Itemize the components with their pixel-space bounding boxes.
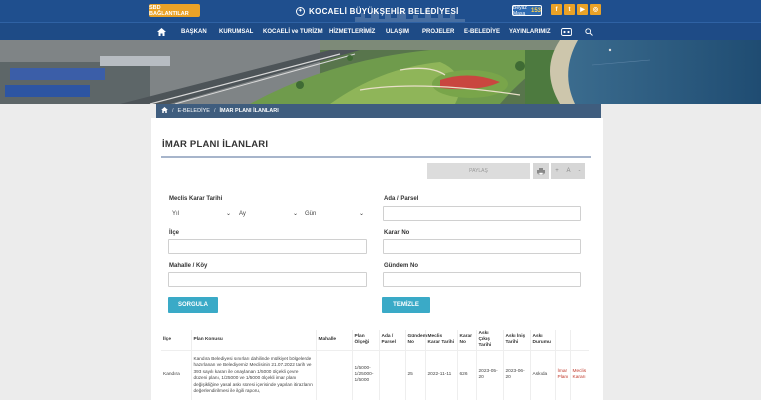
search-button[interactable]: SORGULA xyxy=(168,297,218,313)
ilce-label: İlçe xyxy=(169,230,180,236)
breadcrumb-e-belediye[interactable]: E-BELEDİYE xyxy=(178,108,210,114)
facebook-icon[interactable]: f xyxy=(551,4,562,15)
col-header-aski-inis: Askı İniş Tarihi xyxy=(502,330,530,350)
breadcrumb-separator: / xyxy=(213,108,216,114)
brand[interactable]: ✦ KOCAELİ BÜYÜKŞEHİR BELEDİYESİ xyxy=(296,5,459,17)
nav-item-hizmetlerimiz[interactable]: HİZMETLERİMİZ xyxy=(329,23,375,40)
col-header-aski-durumu: Askı Durumu xyxy=(529,330,555,350)
cell-ada-parsel xyxy=(378,349,405,400)
col-header-ilce: İlçe xyxy=(163,336,172,342)
breadcrumb-separator: / xyxy=(172,108,174,114)
twitter-icon[interactable]: t xyxy=(564,4,575,15)
col-header-plan-olcegi: Plan Ölçeği xyxy=(351,330,379,350)
ilce-input[interactable] xyxy=(168,239,367,254)
year-select-value: Yıl xyxy=(172,210,180,217)
col-header-meclis-karar-tarihi: Meclis Karar Tarihi xyxy=(424,330,457,350)
month-select[interactable]: Ay ⌄ xyxy=(236,207,300,220)
cell-aski-cikis: 2023-05-20 xyxy=(475,349,503,400)
youtube-icon[interactable]: ▶ xyxy=(577,4,588,15)
nav-item-ulasim[interactable]: ULAŞIM xyxy=(386,23,409,40)
cell-ilce: Kandıra xyxy=(161,349,191,400)
instagram-icon[interactable]: ◎ xyxy=(590,4,601,15)
cell-karar-no: 626 xyxy=(456,349,476,400)
phone-number: 153 xyxy=(530,7,541,14)
nav-item-kocaeli-turizm[interactable]: KOCAELİ ve TURİZM xyxy=(263,23,323,40)
day-select[interactable]: Gün ⌄ xyxy=(302,207,366,220)
col-header-link2 xyxy=(569,330,589,350)
table-header-row: İlçe Plan Konusu Mahalle Plan Ölçeği Ada… xyxy=(161,330,589,350)
col-header-plan-konusu: Plan Konusu xyxy=(190,330,316,350)
sbd-links-button[interactable]: SBD BAĞLANTILAR xyxy=(149,4,200,17)
year-select[interactable]: Yıl ⌄ xyxy=(169,207,233,220)
home-icon[interactable] xyxy=(161,107,168,115)
clear-button[interactable]: TEMİZLE xyxy=(382,297,430,313)
karar-no-label: Karar No xyxy=(384,230,410,236)
font-decrease-button[interactable]: - xyxy=(574,163,585,179)
nav-item-projeler[interactable]: PROJELER xyxy=(422,23,454,40)
mahalle-label: Mahalle / Köy xyxy=(169,263,208,269)
page-title: İMAR PLANI İLANLARI xyxy=(162,139,269,150)
cell-aski-inis: 2023-06-20 xyxy=(502,349,530,400)
font-increase-button[interactable]: + xyxy=(551,163,563,179)
ada-parsel-label: Ada / Parsel xyxy=(384,196,419,202)
col-header-karar-no: Karar No xyxy=(456,330,476,350)
chevron-down-icon: ⌄ xyxy=(225,211,231,217)
meclis-karari-link[interactable]: Meclis Kararı xyxy=(569,349,589,400)
font-reset-button[interactable]: A xyxy=(563,163,574,179)
home-icon[interactable] xyxy=(157,23,166,40)
top-bar: SBD BAĞLANTILAR ✦ KOCAELİ BÜYÜKŞEHİR BEL… xyxy=(0,0,761,22)
day-select-value: Gün xyxy=(305,210,317,217)
col-header-mahalle: Mahalle xyxy=(315,330,352,350)
cell-plan-konusu: Kandıra Belediyesi sınırları dahilinde m… xyxy=(190,349,316,400)
chevron-down-icon: ⌄ xyxy=(358,211,364,217)
cell-aski-durumu: Askıda xyxy=(529,349,555,400)
phone-label: Beyaz Masa xyxy=(513,4,527,17)
karar-no-input[interactable] xyxy=(383,239,581,254)
cell-meclis-karar-tarihi: 2022-11-11 xyxy=(424,349,457,400)
ada-parsel-input[interactable] xyxy=(383,206,581,221)
breadcrumb: / E-BELEDİYE / İMAR PLANI İLANLARI xyxy=(156,104,601,118)
beyaz-masa-badge[interactable]: Beyaz Masa 153 xyxy=(512,4,542,17)
breadcrumb-current: İMAR PLANI İLANLARI xyxy=(219,108,279,114)
main-nav: BAŞKAN KURUMSAL KOCAELİ ve TURİZM HİZMET… xyxy=(0,22,761,40)
search-icon[interactable] xyxy=(585,23,593,40)
cell-plan-olcegi: 1/5000-1/25000-1/5000 xyxy=(351,349,379,400)
mahalle-input[interactable] xyxy=(168,272,367,287)
meclis-date-label: Meclis Karar Tarihi xyxy=(169,196,223,202)
nav-item-yayinlarimiz[interactable]: YAYINLARIMIZ xyxy=(509,23,551,40)
hero-banner-image xyxy=(0,40,761,104)
table-row: Kandıra Kandıra Belediyesi sınırları dah… xyxy=(161,349,589,400)
gundem-no-label: Gündem No xyxy=(384,263,418,269)
accessibility-icon[interactable] xyxy=(561,23,572,40)
nav-item-kurumsal[interactable]: KURUMSAL xyxy=(219,23,253,40)
municipality-logo-icon: ✦ xyxy=(296,6,305,16)
chevron-down-icon: ⌄ xyxy=(292,211,298,217)
print-icon[interactable] xyxy=(533,163,549,179)
title-divider xyxy=(161,156,591,158)
col-header-ada-parsel: Ada / Parsel xyxy=(378,330,405,350)
nav-item-baskan[interactable]: BAŞKAN xyxy=(181,23,207,40)
cell-mahalle xyxy=(315,349,352,400)
cell-gundem-no: 25 xyxy=(404,349,425,400)
content-card: İMAR PLANI İLANLARI PAYLAŞ + A - Meclis … xyxy=(151,118,603,400)
col-header-gundem-no: Gündem No xyxy=(404,330,427,350)
col-header-aski-cikis: Askı Çıkış Tarihi xyxy=(475,330,503,350)
results-table: İlçe Plan Konusu Mahalle Plan Ölçeği Ada… xyxy=(161,330,589,400)
share-button[interactable]: PAYLAŞ xyxy=(427,163,530,179)
col-header-link1 xyxy=(554,330,570,350)
brand-title: KOCAELİ BÜYÜKŞEHİR BELEDİYESİ xyxy=(309,6,459,16)
imar-plani-link[interactable]: İmar Planı xyxy=(554,349,570,400)
month-select-value: Ay xyxy=(239,210,246,217)
nav-item-e-belediye[interactable]: E-BELEDİYE xyxy=(464,23,500,40)
gundem-no-input[interactable] xyxy=(383,272,581,287)
